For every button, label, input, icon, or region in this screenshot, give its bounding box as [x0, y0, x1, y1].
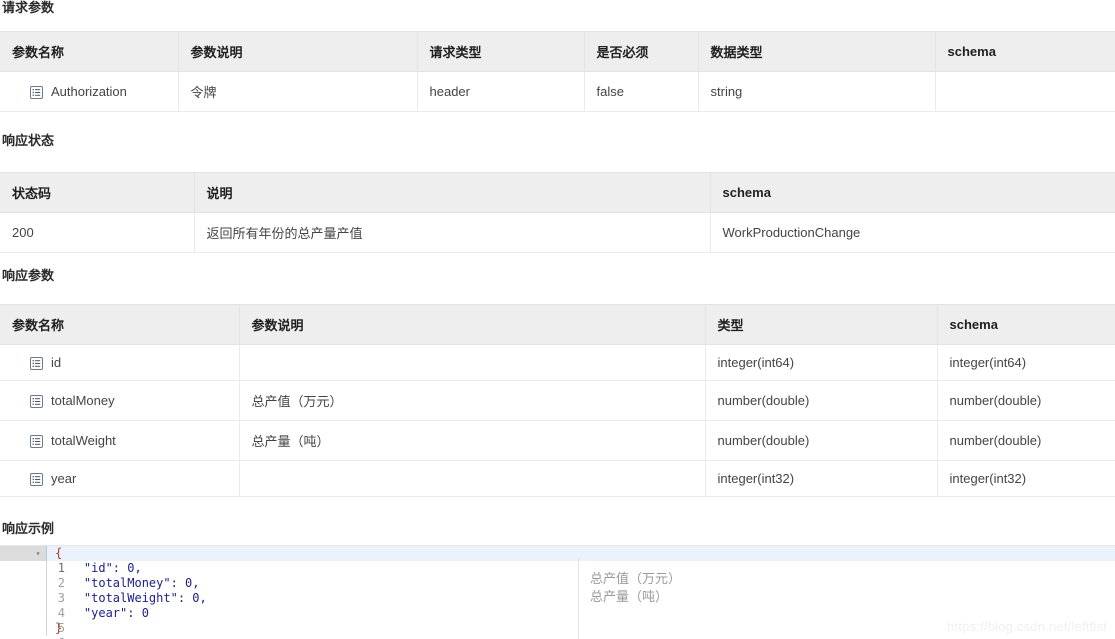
section-title-request-params: 请求参数	[0, 0, 1115, 16]
param-name-label: Authorization	[51, 84, 127, 99]
editor-code[interactable]: {	[46, 546, 62, 561]
request-params-table: 参数名称 参数说明 请求类型 是否必须 数据类型 schema	[0, 31, 1115, 112]
cell-resp-type: integer(int64)	[705, 345, 937, 381]
editor-code[interactable]: "totalWeight": 0,	[46, 591, 207, 606]
column-header-resp-param-name: 参数名称	[0, 305, 239, 345]
annotation-text: 总产值（万元） 总产量（吨）	[590, 570, 681, 606]
cell-resp-param-desc: 总产量（吨）	[239, 421, 705, 461]
cell-schema	[935, 72, 1115, 112]
editor-code[interactable]: }	[46, 621, 62, 636]
fold-toggle-icon[interactable]: ▾	[33, 546, 43, 561]
cell-resp-param-name: year	[0, 461, 239, 497]
column-header-param-name: 参数名称	[0, 32, 178, 72]
watermark: https://blog.csdn.net/leftfist	[947, 619, 1107, 634]
column-header-status-schema: schema	[710, 173, 1115, 213]
resp-param-name-label: year	[51, 471, 76, 486]
cell-status-schema: WorkProductionChange	[710, 213, 1115, 253]
cell-resp-schema: integer(int64)	[937, 345, 1115, 381]
editor-line[interactable]: 2 "id": 0,	[0, 561, 1115, 576]
table-row: id integer(int64) integer(int64)	[0, 345, 1115, 381]
column-header-resp-type: 类型	[705, 305, 937, 345]
editor-gutter[interactable]: 6	[0, 621, 46, 636]
cell-status-desc: 返回所有年份的总产量产值	[194, 213, 710, 253]
response-params-table: 参数名称 参数说明 类型 schema id	[0, 304, 1115, 497]
document-list-icon	[30, 357, 43, 370]
section-title-response-params: 响应参数	[0, 268, 1115, 284]
table-row: totalMoney 总产值（万元） number(double) number…	[0, 381, 1115, 421]
cell-param-desc: 令牌	[178, 72, 417, 112]
column-header-param-desc: 参数说明	[178, 32, 417, 72]
table-row: year integer(int32) integer(int32)	[0, 461, 1115, 497]
editor-gutter[interactable]: 3	[0, 576, 46, 591]
cell-resp-param-desc: 总产值（万元）	[239, 381, 705, 421]
table-row: Authorization 令牌 header false string	[0, 72, 1115, 112]
cell-resp-param-desc	[239, 345, 705, 381]
cell-resp-param-name: totalWeight	[0, 421, 239, 461]
cell-param-name: Authorization	[0, 72, 178, 112]
cell-status-code: 200	[0, 213, 194, 253]
editor-code[interactable]: "totalMoney": 0,	[46, 576, 200, 591]
document-list-icon	[30, 473, 43, 486]
cell-resp-schema: number(double)	[937, 381, 1115, 421]
cell-resp-param-name: id	[0, 345, 239, 381]
editor-gutter[interactable]: 2	[0, 561, 46, 576]
document-list-icon	[30, 86, 43, 99]
cell-resp-type: number(double)	[705, 421, 937, 461]
cell-resp-param-name: totalMoney	[0, 381, 239, 421]
api-doc-page: 请求参数 参数名称 参数说明 请求类型 是否必须 数据类型 schema	[0, 0, 1115, 639]
section-title-response-example: 响应示例	[0, 521, 1115, 537]
cell-resp-schema: integer(int32)	[937, 461, 1115, 497]
editor-code[interactable]: "id": 0,	[46, 561, 142, 576]
column-header-resp-schema: schema	[937, 305, 1115, 345]
editor-line[interactable]: 3 "totalMoney": 0,	[0, 576, 1115, 591]
resp-param-name-label: id	[51, 355, 61, 370]
editor-line[interactable]: 1 ▾ {	[0, 546, 1115, 561]
editor-gutter[interactable]: 1 ▾	[0, 546, 46, 561]
table-header-row: 参数名称 参数说明 请求类型 是否必须 数据类型 schema	[0, 32, 1115, 72]
column-header-schema: schema	[935, 32, 1115, 72]
column-header-status-code: 状态码	[0, 173, 194, 213]
editor-code[interactable]: "year": 0	[46, 606, 149, 621]
column-header-request-type: 请求类型	[417, 32, 584, 72]
resp-param-name-label: totalWeight	[51, 433, 116, 448]
cell-request-type: header	[417, 72, 584, 112]
table-row: totalWeight 总产量（吨） number(double) number…	[0, 421, 1115, 461]
resp-param-name-label: totalMoney	[51, 393, 115, 408]
annotation-divider	[578, 558, 579, 639]
response-status-table: 状态码 说明 schema 200 返回所有年份的总产量产值 WorkProdu…	[0, 172, 1115, 253]
column-header-status-desc: 说明	[194, 173, 710, 213]
column-header-data-type: 数据类型	[698, 32, 935, 72]
cell-resp-type: integer(int32)	[705, 461, 937, 497]
cell-data-type: string	[698, 72, 935, 112]
editor-gutter[interactable]: 4	[0, 591, 46, 606]
column-header-resp-param-desc: 参数说明	[239, 305, 705, 345]
column-header-required: 是否必须	[584, 32, 698, 72]
cell-resp-type: number(double)	[705, 381, 937, 421]
section-title-response-status: 响应状态	[0, 133, 1115, 149]
editor-gutter[interactable]: 5	[0, 606, 46, 621]
editor-line[interactable]: 4 "totalWeight": 0,	[0, 591, 1115, 606]
cell-required: false	[584, 72, 698, 112]
cell-resp-param-desc	[239, 461, 705, 497]
table-row: 200 返回所有年份的总产量产值 WorkProductionChange	[0, 213, 1115, 253]
cell-resp-schema: number(double)	[937, 421, 1115, 461]
table-header-row: 参数名称 参数说明 类型 schema	[0, 305, 1115, 345]
table-header-row: 状态码 说明 schema	[0, 173, 1115, 213]
document-list-icon	[30, 435, 43, 448]
document-list-icon	[30, 395, 43, 408]
